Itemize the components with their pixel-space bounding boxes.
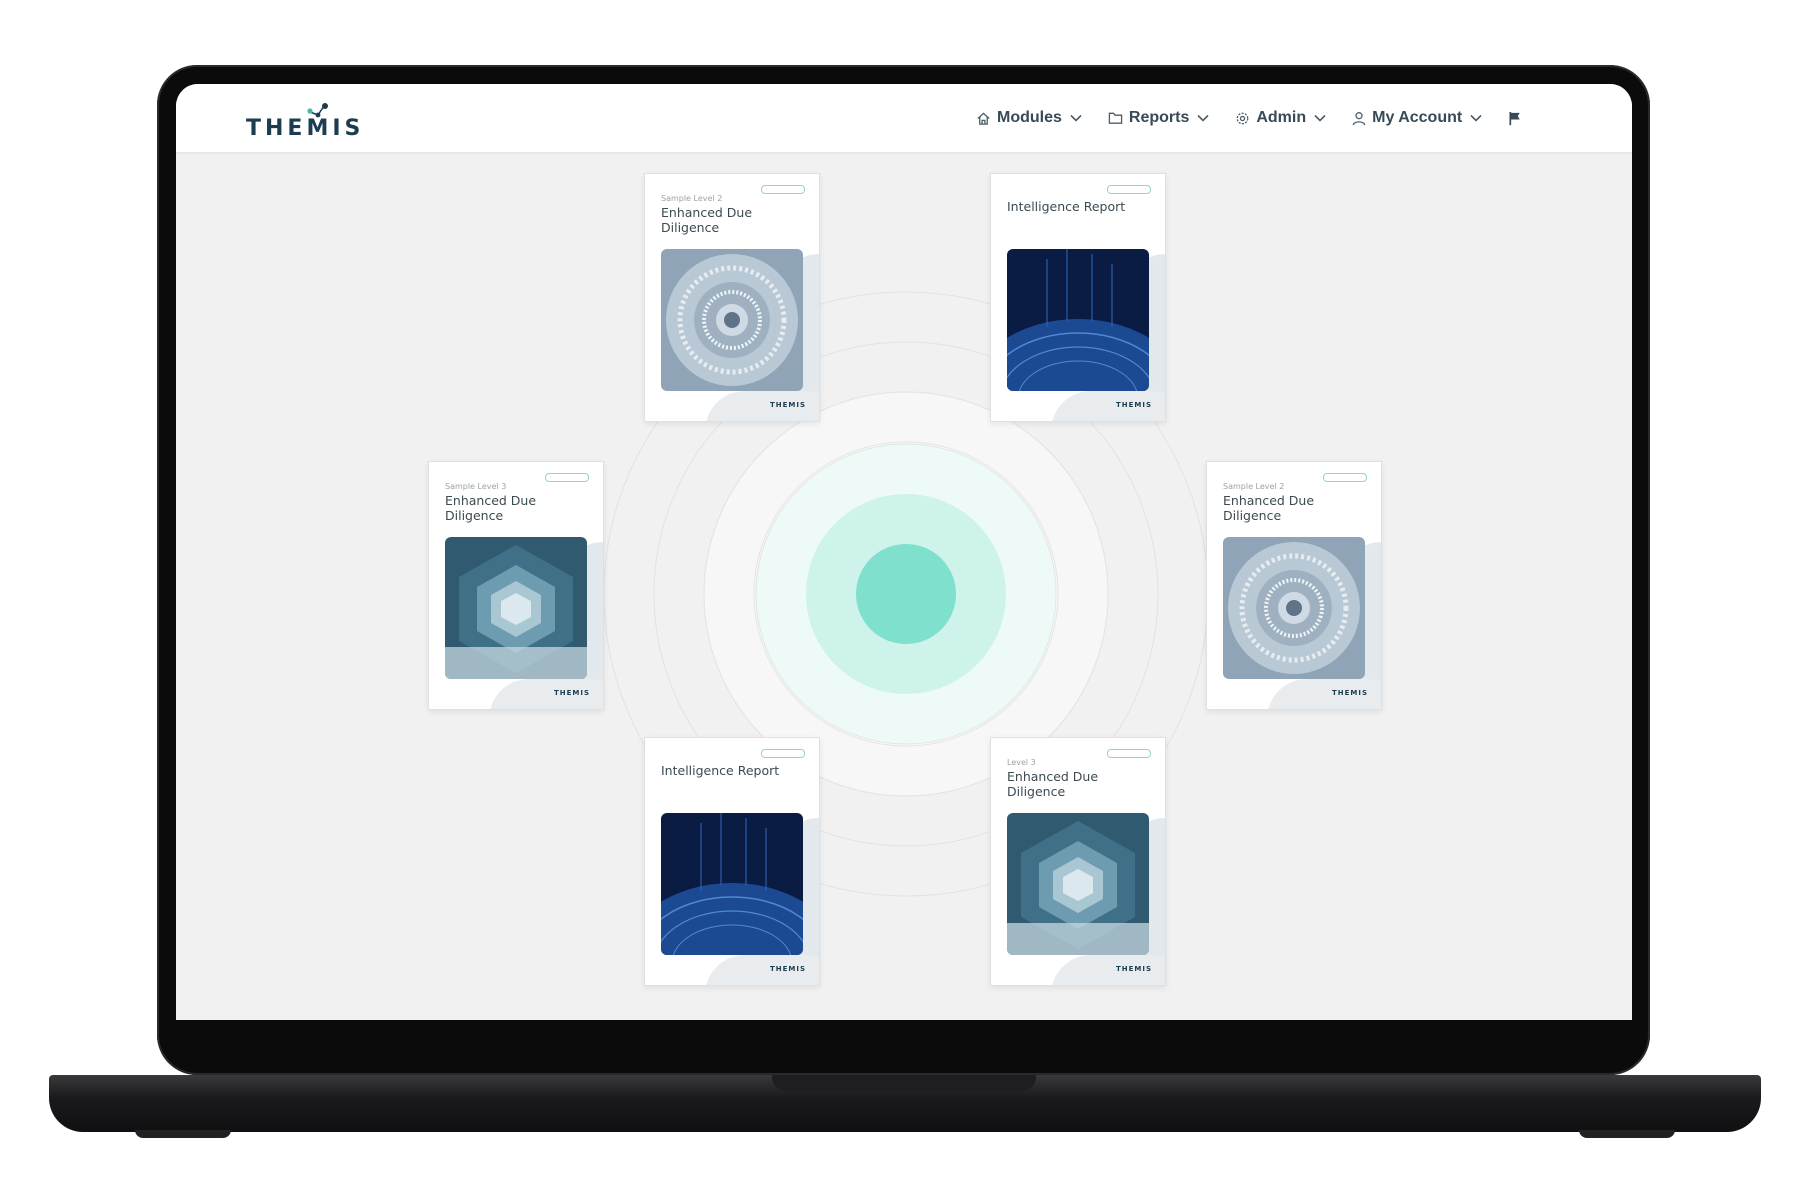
laptop-foot	[135, 1130, 231, 1138]
flag-icon	[1509, 111, 1520, 125]
report-card[interactable]: Intelligence Report THEMIS	[644, 737, 820, 986]
nav-menu: Modules Reports Admin My Account	[976, 104, 1522, 132]
top-navbar: THEMIS Modules Reports Admin My Account	[176, 84, 1632, 152]
laptop-foot	[1579, 1130, 1675, 1138]
chevron-down-icon	[1197, 114, 1209, 122]
status-pill	[1107, 185, 1151, 194]
digital-globe-image	[661, 813, 803, 955]
card-eyebrow: Level 3	[1007, 758, 1036, 767]
status-pill	[545, 473, 589, 482]
nav-modules[interactable]: Modules	[976, 109, 1082, 127]
card-title: Enhanced Due Diligence	[1223, 493, 1315, 523]
app-screen: THEMIS Modules Reports Admin My Account …	[176, 84, 1632, 1020]
nav-admin[interactable]: Admin	[1235, 109, 1326, 127]
spiral-staircase-image	[661, 249, 803, 391]
nav-my-account[interactable]: My Account	[1352, 109, 1482, 127]
card-brand: THEMIS	[554, 689, 591, 697]
card-eyebrow: Sample Level 2	[661, 194, 723, 203]
card-title: Intelligence Report	[661, 763, 780, 778]
nav-reports-label: Reports	[1128, 109, 1190, 126]
card-title: Enhanced Due Diligence	[1007, 769, 1099, 799]
themis-logo[interactable]: THEMIS	[246, 102, 360, 142]
report-showcase: Sample Level 2 Enhanced Due Diligence TH…	[176, 152, 1632, 1020]
nav-admin-label: Admin	[1256, 109, 1307, 126]
card-title: Enhanced Due Diligence	[445, 493, 537, 523]
card-brand: THEMIS	[1332, 689, 1369, 697]
report-card[interactable]: Level 3 Enhanced Due Diligence THEMIS	[990, 737, 1166, 986]
home-icon	[977, 111, 990, 125]
logo-molecule-icon	[307, 103, 328, 118]
card-title: Enhanced Due Diligence	[661, 205, 753, 235]
chevron-down-icon	[1070, 114, 1082, 122]
report-card[interactable]: Intelligence Report THEMIS	[990, 173, 1166, 422]
report-card[interactable]: Sample Level 3 Enhanced Due Diligence TH…	[428, 461, 604, 710]
chevron-down-icon	[1314, 114, 1326, 122]
laptop-notch	[772, 1075, 1036, 1091]
nav-modules-label: Modules	[997, 109, 1062, 126]
logo-wordmark: THEMIS	[246, 116, 365, 141]
status-pill	[761, 185, 805, 194]
card-brand: THEMIS	[1116, 401, 1153, 409]
status-pill	[761, 749, 805, 758]
hexagon-staircase-image	[445, 537, 587, 679]
nav-my-account-label: My Account	[1372, 109, 1463, 126]
card-title: Intelligence Report	[1007, 199, 1126, 214]
report-card[interactable]: Sample Level 2 Enhanced Due Diligence TH…	[644, 173, 820, 422]
card-eyebrow: Sample Level 3	[445, 482, 507, 491]
report-card[interactable]: Sample Level 2 Enhanced Due Diligence TH…	[1206, 461, 1382, 710]
concentric-rings	[603, 291, 1209, 897]
card-brand: THEMIS	[1116, 965, 1153, 973]
gear-icon	[1236, 112, 1249, 124]
flag-button[interactable]	[1508, 111, 1522, 126]
nav-reports[interactable]: Reports	[1108, 109, 1209, 127]
user-icon	[1352, 111, 1366, 125]
digital-globe-image	[1007, 249, 1149, 391]
spiral-staircase-image	[1223, 537, 1365, 679]
card-brand: THEMIS	[770, 965, 807, 973]
card-eyebrow: Sample Level 2	[1223, 482, 1285, 491]
status-pill	[1107, 749, 1151, 758]
hexagon-staircase-image	[1007, 813, 1149, 955]
card-brand: THEMIS	[770, 401, 807, 409]
chevron-down-icon	[1470, 114, 1482, 122]
status-pill	[1323, 473, 1367, 482]
folder-icon	[1108, 112, 1123, 124]
